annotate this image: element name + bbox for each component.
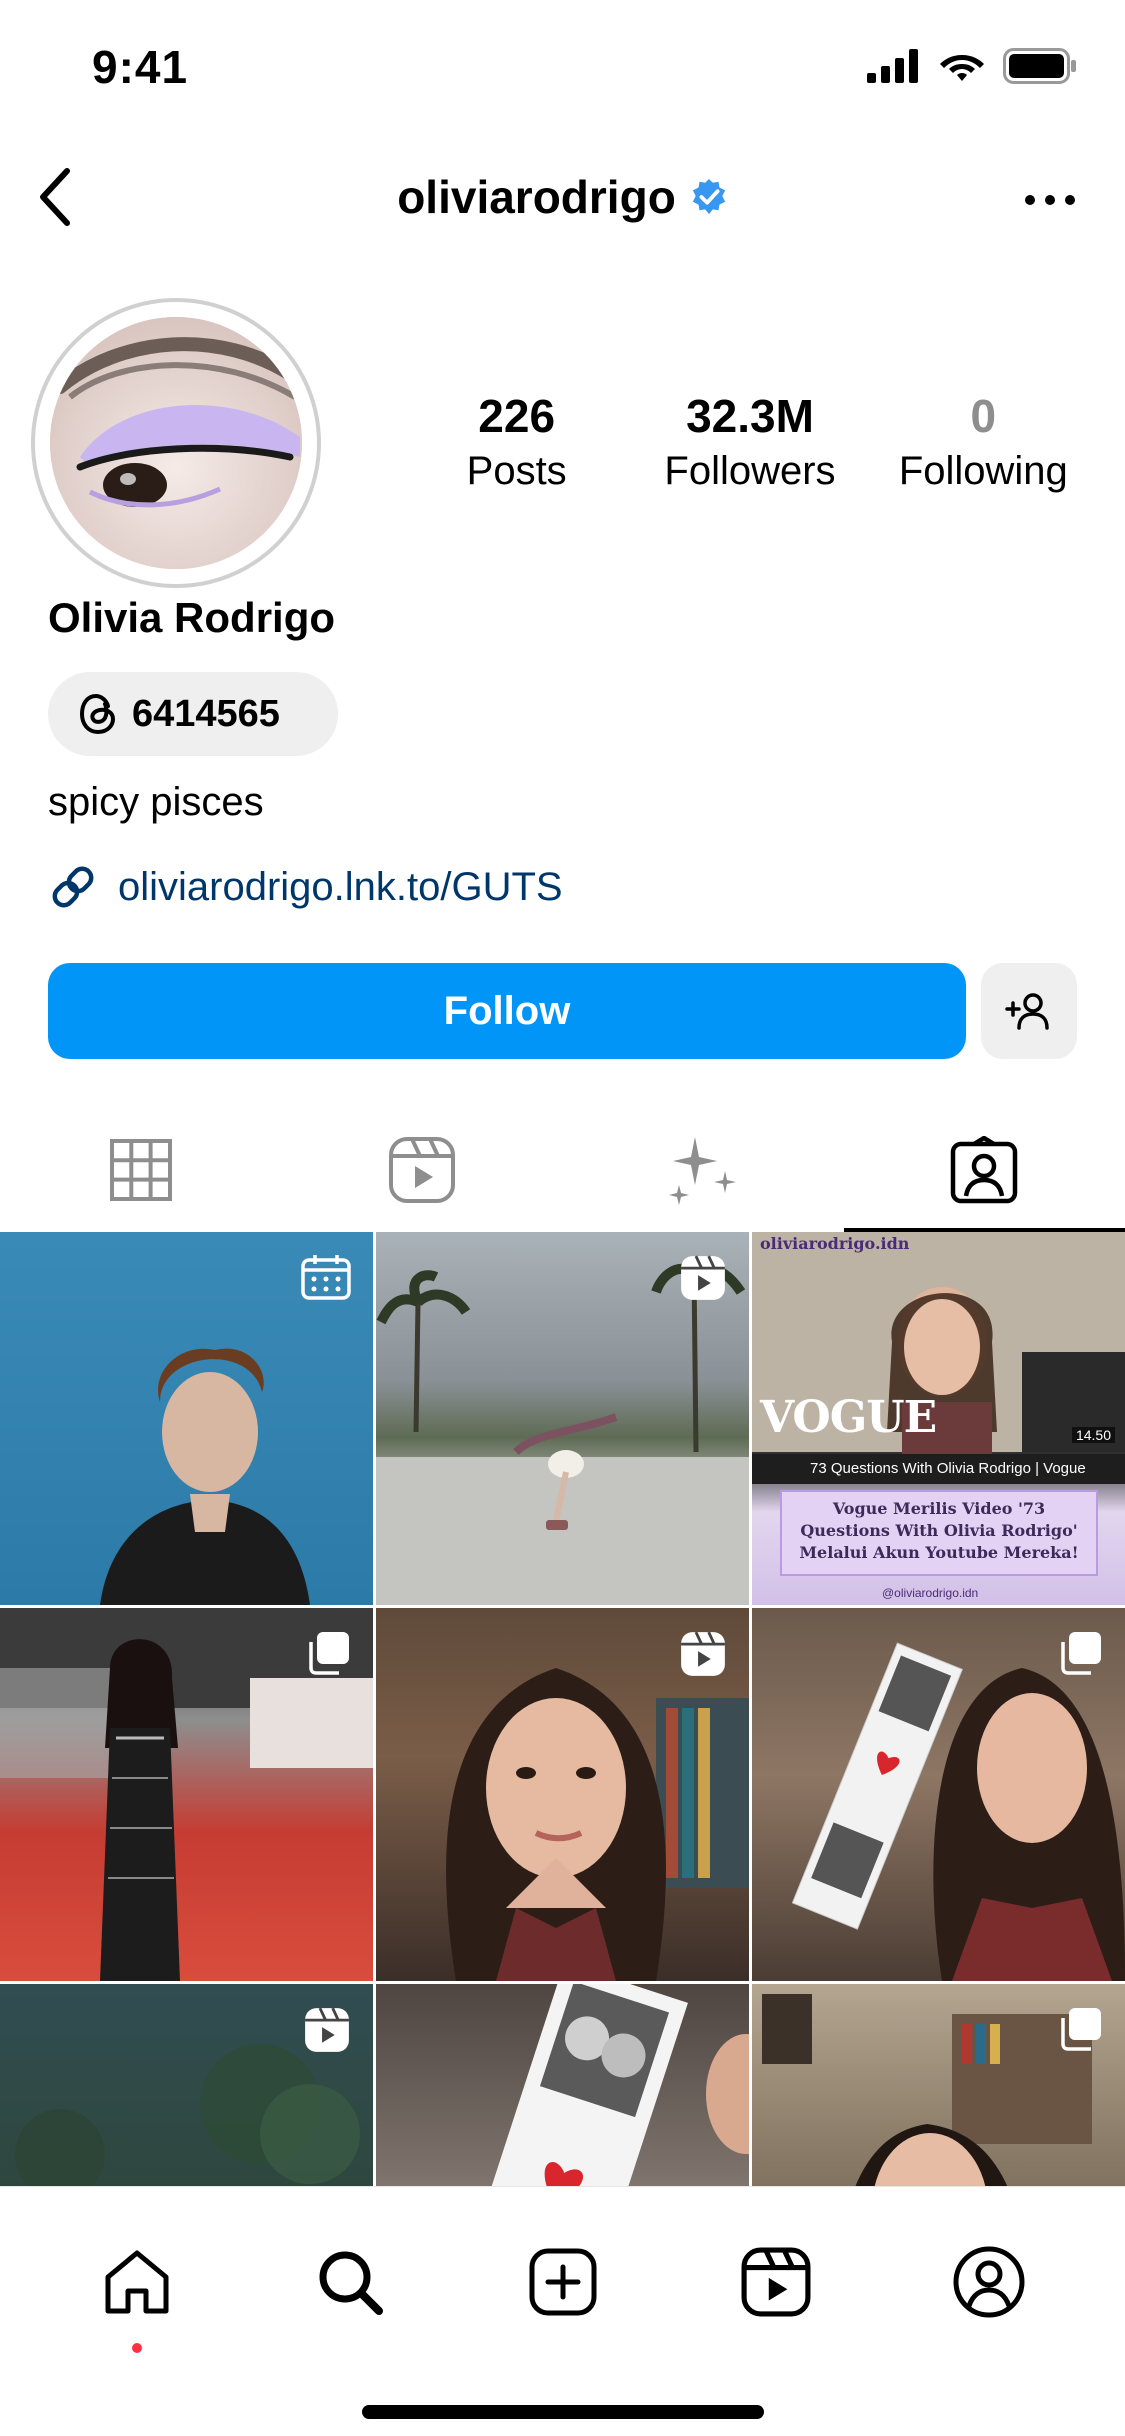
stat-value: 226: [478, 390, 556, 442]
status-time: 9:41: [92, 41, 189, 93]
profile-link[interactable]: oliviarodrigo.lnk.to/GUTS: [48, 862, 563, 912]
vogue-post-handle: oliviarodrigo.idn: [760, 1234, 910, 1253]
profile-screen: 9:41 oliviarodrigo 226 Posts 32.3M Follo…: [0, 0, 1125, 2436]
stat-value: 32.3M: [686, 390, 814, 442]
stat-label: Followers: [664, 449, 836, 493]
grid-post[interactable]: [0, 1608, 373, 1981]
eye-makeup-image: [50, 317, 302, 569]
tagged-icon: [951, 1136, 1018, 1204]
stat-label: Following: [898, 449, 1068, 493]
cellular-signal-icon: [867, 49, 918, 83]
plus-square-icon: [529, 2248, 596, 2316]
nav-create[interactable]: [508, 2227, 618, 2337]
home-indicator[interactable]: [362, 2405, 764, 2419]
nav-items: [0, 2227, 1125, 2353]
threads-icon: [79, 693, 116, 735]
stat-value: 0: [970, 390, 997, 442]
threads-badge[interactable]: 6414565: [48, 672, 338, 756]
stat-followers[interactable]: 32.3M Followers: [633, 388, 866, 498]
tab-tagged[interactable]: [843, 1110, 1125, 1232]
tab-ai[interactable]: [563, 1110, 844, 1230]
battery-icon: [1003, 48, 1076, 84]
vogue-footer-handle: @oliviarodrigo.idn: [882, 1586, 979, 1600]
search-icon: [319, 2251, 383, 2315]
nav-reels[interactable]: [721, 2227, 831, 2337]
header-username: oliviarodrigo: [0, 170, 1125, 224]
bio-text: spicy pisces: [48, 780, 264, 824]
username-text: oliviarodrigo: [397, 171, 676, 223]
reels-icon: [679, 1630, 727, 1683]
profile-header: oliviarodrigo: [0, 150, 1125, 250]
wifi-icon: [940, 55, 984, 81]
more-horizontal-icon: [1025, 195, 1075, 205]
avatar[interactable]: [31, 298, 321, 588]
grid-post[interactable]: [0, 1232, 373, 1605]
status-icons: [867, 48, 1077, 84]
threads-count: 6414565: [132, 692, 280, 735]
bottom-navigation: [0, 2186, 1125, 2436]
reels-icon: [679, 1254, 727, 1307]
link-text[interactable]: oliviarodrigo.lnk.to/GUTS: [118, 865, 563, 910]
grid-icon: [109, 1139, 172, 1201]
status-bar: 9:41: [0, 0, 1125, 130]
calendar-icon: [301, 1254, 351, 1305]
video-duration: 14.50: [1071, 1427, 1115, 1443]
more-options-button[interactable]: [1015, 170, 1085, 230]
carousel-icon: [305, 1630, 351, 1681]
stat-following[interactable]: 0 Following: [867, 388, 1100, 498]
home-icon: [105, 2250, 168, 2314]
grid-post[interactable]: [376, 1608, 749, 1981]
follow-button[interactable]: Follow: [48, 963, 966, 1059]
nav-search[interactable]: [295, 2227, 405, 2337]
avatar-image: [50, 317, 302, 569]
profile-tabs: [0, 1110, 1125, 1232]
vogue-logo: VOGUE: [760, 1392, 937, 1443]
nav-home[interactable]: [82, 2227, 192, 2353]
grid-post[interactable]: oliviarodrigo.idn VOGUE 14.50 73 Questio…: [752, 1232, 1125, 1605]
carousel-icon: [1057, 2006, 1103, 2057]
verified-badge-icon: [692, 178, 725, 215]
reels-icon: [741, 2247, 810, 2317]
reels-icon: [388, 1137, 455, 1203]
suggested-people-button[interactable]: [981, 963, 1077, 1059]
profile-icon: [953, 2246, 1024, 2318]
link-icon: [52, 866, 94, 908]
stat-posts[interactable]: 226 Posts: [400, 388, 633, 498]
profile-stats: 226 Posts 32.3M Followers 0 Following: [400, 388, 1100, 498]
reels-icon: [303, 2006, 351, 2059]
notification-dot: [131, 2343, 142, 2353]
stat-label: Posts: [466, 449, 567, 493]
tab-posts-grid[interactable]: [0, 1110, 281, 1230]
full-name: Olivia Rodrigo: [48, 594, 336, 641]
tab-reels[interactable]: [281, 1110, 562, 1230]
sparkles-icon: [669, 1137, 737, 1205]
nav-profile[interactable]: [934, 2227, 1044, 2337]
video-title: 73 Questions With Olivia Rodrigo | Vogue: [752, 1454, 1125, 1484]
grid-post[interactable]: [376, 1232, 749, 1605]
vogue-caption: Vogue Merilis Video '73 Questions With O…: [780, 1490, 1098, 1576]
carousel-icon: [1057, 1630, 1103, 1681]
grid-post[interactable]: [752, 1608, 1125, 1981]
add-person-icon: [1005, 993, 1049, 1030]
